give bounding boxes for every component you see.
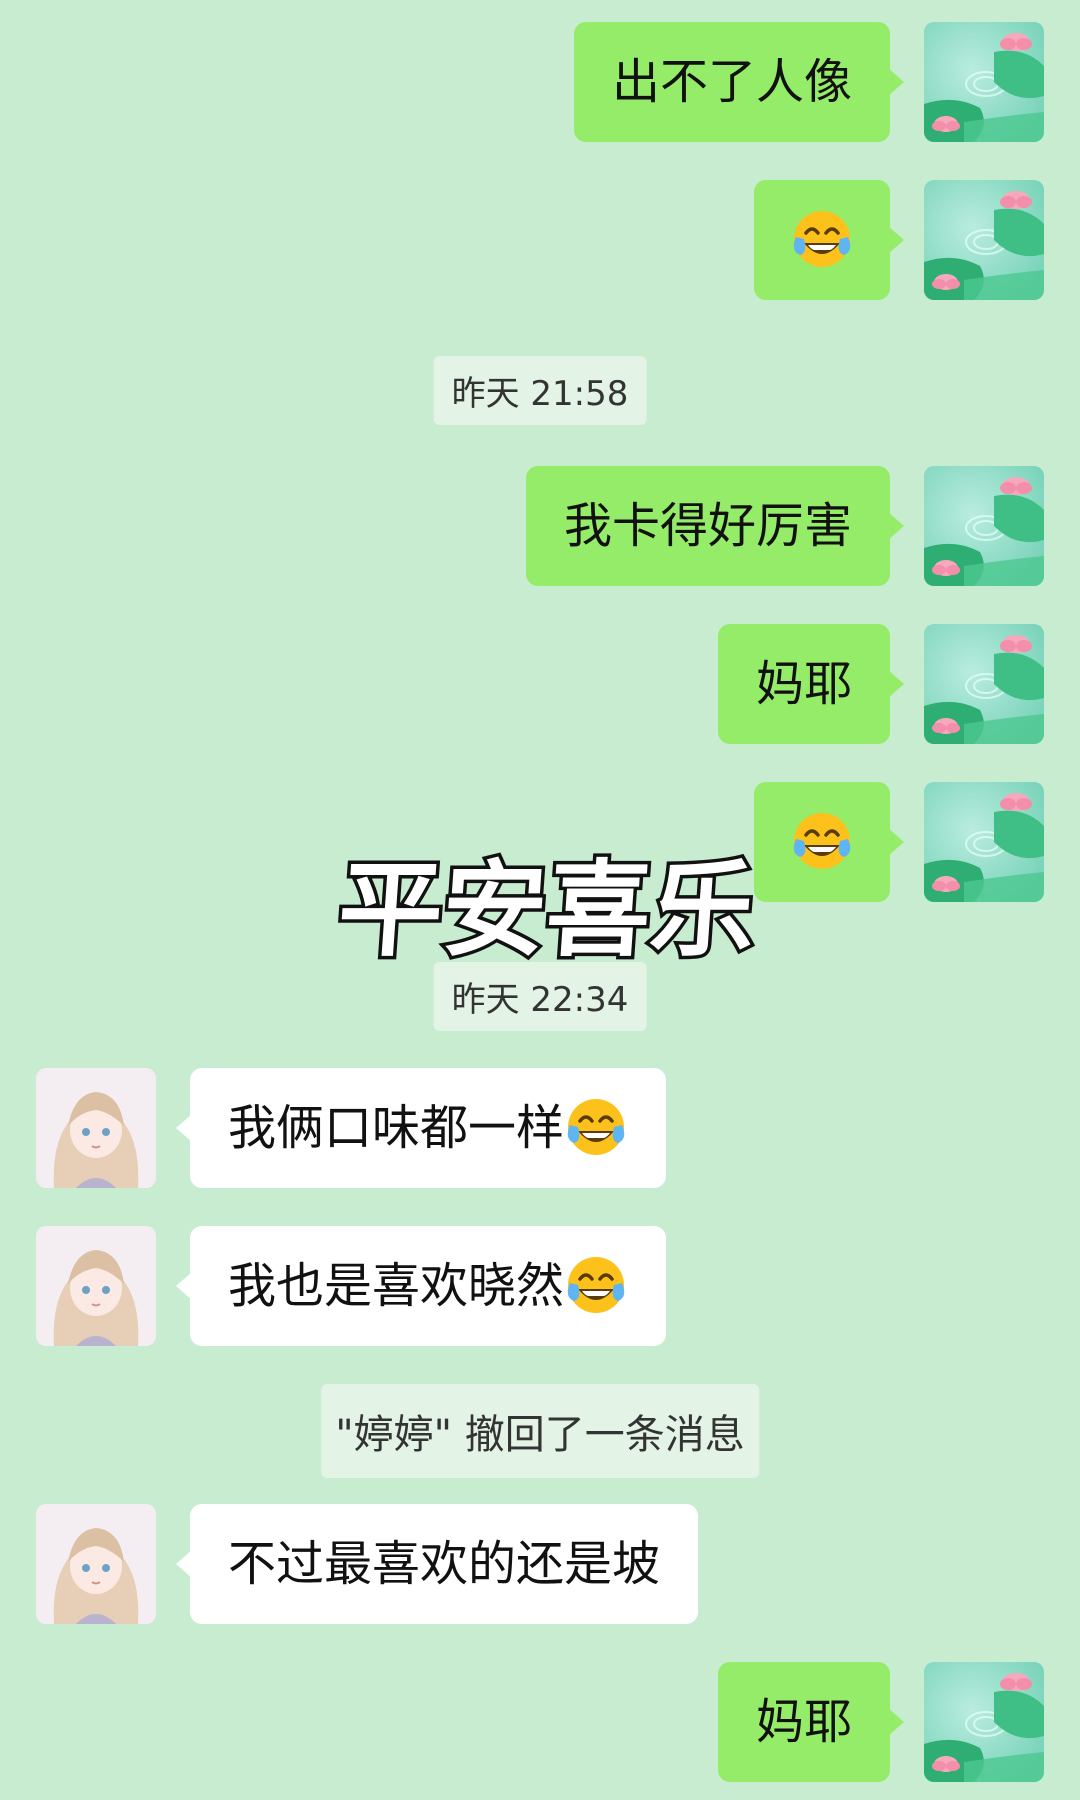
my-message-bubble[interactable]: 妈耶	[717, 1662, 905, 1782]
my-avatar[interactable]	[924, 624, 1044, 744]
message-text: 我也是喜欢晓然	[228, 1258, 565, 1314]
contact-avatar[interactable]	[36, 1504, 156, 1624]
message-row: 妈耶	[0, 624, 1080, 748]
my-message-bubble[interactable]: 我卡得好厉害	[525, 466, 905, 586]
message-row	[0, 180, 1080, 304]
timestamp-text: 昨天 22:34	[451, 980, 629, 1020]
contact-message-bubble[interactable]: 不过最喜欢的还是坡	[175, 1504, 699, 1624]
my-avatar[interactable]	[924, 466, 1044, 586]
message-text: 妈耶	[755, 1694, 852, 1750]
my-avatar[interactable]	[924, 782, 1044, 902]
contact-avatar[interactable]	[36, 1226, 156, 1346]
my-avatar[interactable]	[924, 1662, 1044, 1782]
my-message-bubble[interactable]: 出不了人像	[573, 22, 905, 142]
message-text: 我卡得好厉害	[563, 498, 852, 554]
timestamp-text: 昨天 21:58	[451, 374, 629, 414]
message-row: 我也是喜欢晓然	[0, 1226, 1080, 1350]
recall-notice-text: "婷婷" 撤回了一条消息	[335, 1412, 745, 1458]
message-row: 出不了人像	[0, 22, 1080, 146]
my-message-bubble[interactable]	[754, 782, 904, 902]
message-row: 我卡得好厉害	[0, 466, 1080, 590]
recall-notice: "婷婷" 撤回了一条消息	[321, 1384, 759, 1478]
message-text: 不过最喜欢的还是坡	[228, 1536, 661, 1592]
message-row	[0, 782, 1080, 906]
tears-of-joy-emoji	[790, 809, 854, 873]
message-text: 妈耶	[755, 656, 852, 712]
my-avatar[interactable]	[924, 22, 1044, 142]
message-text: 出不了人像	[611, 54, 852, 110]
message-row: 妈耶	[0, 1662, 1080, 1786]
my-message-bubble[interactable]: 妈耶	[717, 624, 905, 744]
contact-avatar[interactable]	[36, 1068, 156, 1188]
contact-message-bubble[interactable]: 我俩口味都一样	[175, 1068, 667, 1188]
contact-message-bubble[interactable]: 我也是喜欢晓然	[175, 1226, 667, 1346]
message-text: 我俩口味都一样	[228, 1100, 565, 1156]
message-row: 我俩口味都一样	[0, 1068, 1080, 1192]
timestamp: 昨天 22:34	[433, 962, 647, 1031]
my-message-bubble[interactable]	[754, 180, 904, 300]
tears-of-joy-emoji	[564, 1095, 628, 1159]
tears-of-joy-emoji	[790, 207, 854, 271]
timestamp: 昨天 21:58	[433, 356, 647, 425]
tears-of-joy-emoji	[564, 1253, 628, 1317]
my-avatar[interactable]	[924, 180, 1044, 300]
message-row: 不过最喜欢的还是坡	[0, 1504, 1080, 1628]
